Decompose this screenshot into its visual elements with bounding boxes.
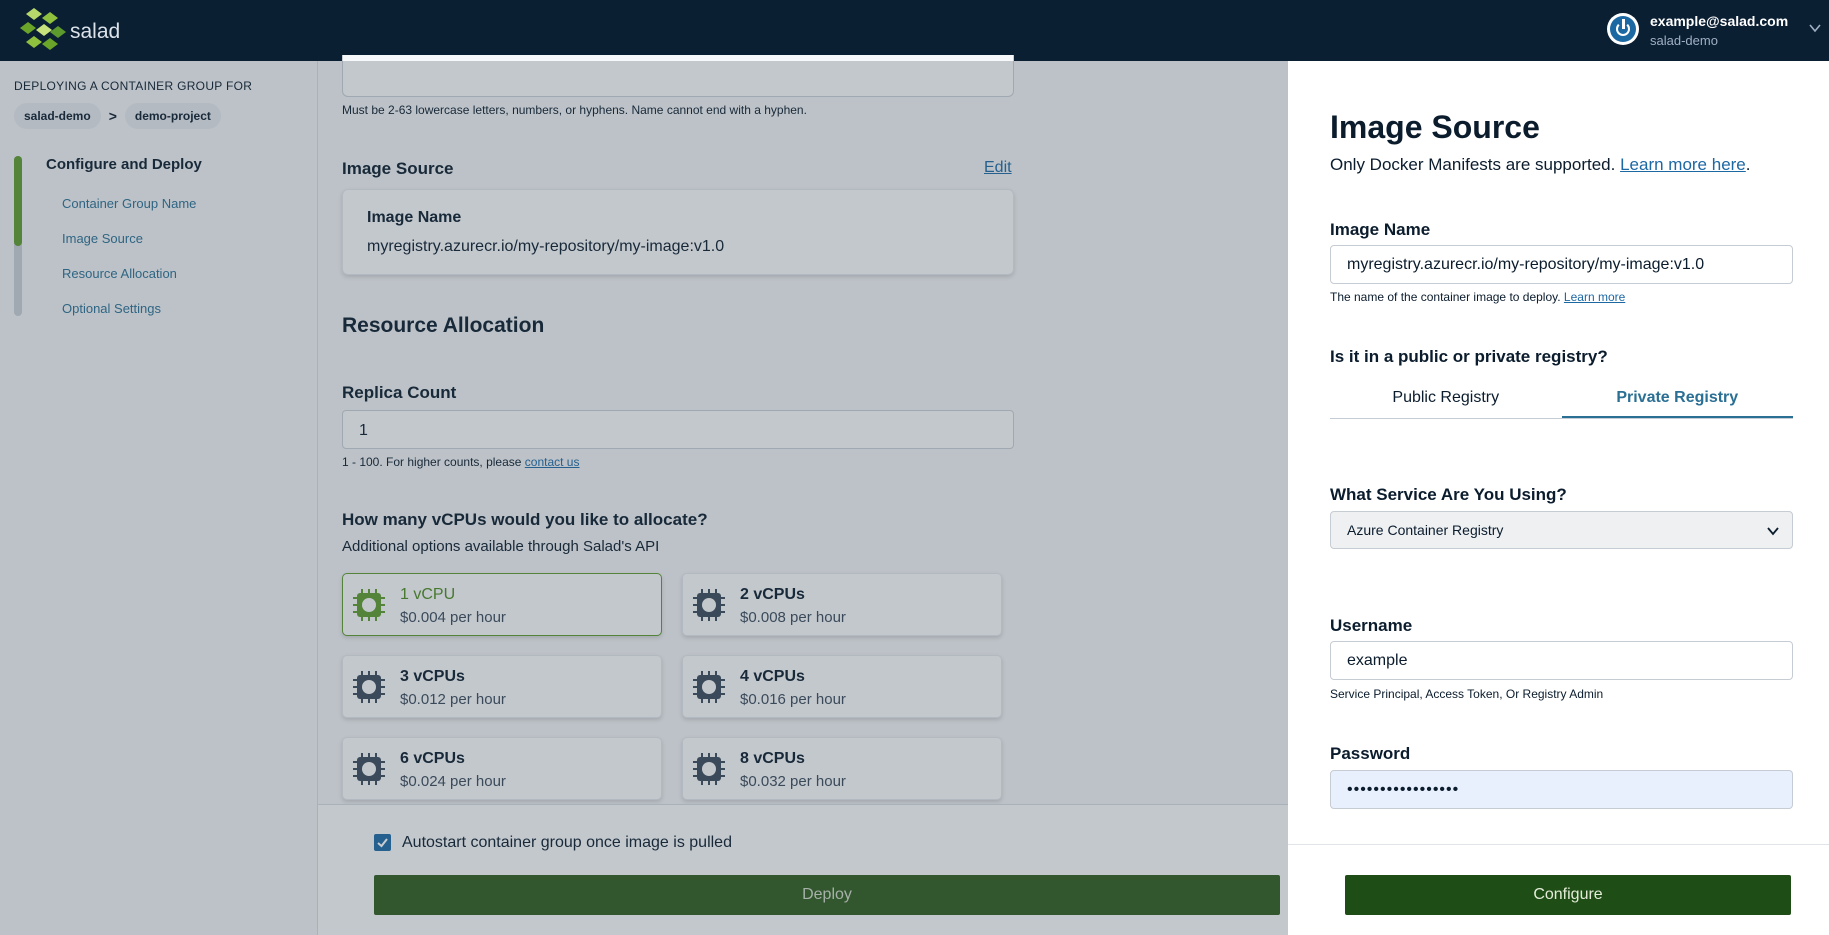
password-label: Password (1330, 744, 1411, 763)
project-chip[interactable]: demo-project (124, 103, 221, 129)
cpu-chip-icon (693, 589, 725, 621)
user-email: example@salad.com (1650, 13, 1789, 29)
cpu-chip-icon (353, 589, 385, 621)
cpu-option-price: $0.012 per hour (400, 691, 506, 708)
cpu-option-price: $0.004 per hour (400, 609, 506, 626)
chevron-down-icon[interactable] (1809, 22, 1821, 34)
service-question: What Service Are You Using? (1330, 485, 1567, 504)
cpu-option-name: 1 vCPU (400, 586, 456, 603)
cpu-option-4[interactable]: 4 vCPUs $0.016 per hour (682, 655, 1002, 718)
cpu-option-price: $0.032 per hour (740, 773, 846, 790)
autostart-checkbox[interactable] (374, 834, 391, 851)
edit-image-source-link[interactable]: Edit (984, 159, 1012, 177)
resource-allocation-heading: Resource Allocation (342, 314, 545, 337)
sidebar-item-image-source[interactable]: Image Source (62, 231, 143, 246)
deploy-footer: Autostart container group once image is … (318, 804, 1288, 935)
cpu-option-3[interactable]: 3 vCPUs $0.012 per hour (342, 655, 662, 718)
deploy-button[interactable]: Deploy (374, 875, 1280, 915)
step-progress-track (14, 156, 22, 316)
image-name-input[interactable]: myregistry.azurecr.io/my-repository/my-i… (1330, 245, 1793, 284)
cpu-option-name: 6 vCPUs (400, 750, 465, 767)
panel-footer: Configure (1288, 844, 1829, 935)
cpu-option-price: $0.024 per hour (400, 773, 506, 790)
checkmark-icon (377, 838, 388, 848)
salad-logo-icon[interactable] (20, 6, 66, 52)
service-select-value: Azure Container Registry (1347, 522, 1504, 538)
sidebar-item-resource-allocation[interactable]: Resource Allocation (62, 266, 177, 281)
image-source-heading: Image Source (342, 159, 454, 178)
cpu-option-price: $0.016 per hour (740, 691, 846, 708)
panel-title: Image Source (1330, 109, 1540, 145)
service-select[interactable]: Azure Container Registry (1330, 511, 1793, 549)
replica-hint: 1 - 100. For higher counts, please conta… (342, 455, 579, 469)
cpu-option-price: $0.008 per hour (740, 609, 846, 626)
image-summary-card: Image Name myregistry.azurecr.io/my-repo… (342, 189, 1014, 275)
learn-more-link[interactable]: Learn more (1564, 290, 1625, 304)
image-name-label: Image Name (367, 209, 462, 226)
user-org: salad-demo (1650, 33, 1718, 48)
tab-private-registry[interactable]: Private Registry (1561, 381, 1793, 418)
cpu-option-name: 8 vCPUs (740, 750, 805, 767)
contact-us-link[interactable]: contact us (525, 455, 580, 469)
org-chip[interactable]: salad-demo (14, 103, 101, 129)
cpu-chip-icon (693, 671, 725, 703)
image-source-panel: Image Source Only Docker Manifests are s… (1288, 61, 1829, 935)
cpu-option-6[interactable]: 6 vCPUs $0.024 per hour (342, 737, 662, 800)
cpu-option-name: 4 vCPUs (740, 668, 805, 685)
cpu-option-1[interactable]: 1 vCPU $0.004 per hour (342, 573, 662, 636)
image-name-hint: The name of the container image to deplo… (1330, 290, 1625, 304)
breadcrumb-separator: > (108, 108, 117, 124)
sidebar-item-container-group-name[interactable]: Container Group Name (62, 196, 196, 211)
image-name-label: Image Name (1330, 220, 1431, 239)
configure-button[interactable]: Configure (1345, 875, 1791, 915)
image-name-hint-text: The name of the container image to deplo… (1330, 290, 1564, 304)
image-name-value: myregistry.azurecr.io/my-repository/my-i… (367, 238, 725, 255)
cpu-option-name: 2 vCPUs (740, 586, 805, 603)
username-input[interactable]: example (1330, 641, 1793, 680)
panel-subtitle: Only Docker Manifests are supported. Lea… (1330, 155, 1751, 175)
cpu-option-8[interactable]: 8 vCPUs $0.032 per hour (682, 737, 1002, 800)
cpu-question: How many vCPUs would you like to allocat… (342, 510, 708, 529)
registry-question: Is it in a public or private registry? (1330, 347, 1608, 366)
username-hint: Service Principal, Access Token, Or Regi… (1330, 687, 1604, 701)
cpu-option-name: 3 vCPUs (400, 668, 465, 685)
breadcrumb: salad-demo > demo-project (14, 103, 221, 129)
autostart-label: Autostart container group once image is … (402, 834, 732, 851)
cpu-chip-icon (693, 753, 725, 785)
panel-subtitle-text: Only Docker Manifests are supported. (1330, 155, 1621, 174)
deploying-for-label: DEPLOYING A CONTAINER GROUP FOR (14, 79, 253, 93)
panel-subtitle-period: . (1745, 155, 1751, 174)
password-input[interactable]: ••••••••••••••••• (1330, 770, 1793, 809)
replica-hint-text: 1 - 100. For higher counts, please (342, 455, 525, 469)
cpu-option-2[interactable]: 2 vCPUs $0.008 per hour (682, 573, 1002, 636)
cpu-chip-icon (353, 753, 385, 785)
container-group-name-input[interactable] (342, 55, 1014, 97)
replica-count-label: Replica Count (342, 383, 457, 402)
power-icon (1607, 13, 1639, 45)
cpu-subtitle: Additional options available through Sal… (342, 538, 660, 555)
brand-name: salad (70, 20, 121, 43)
top-bar: salad example@salad.com salad-demo (0, 0, 1829, 61)
registry-tabs: Public Registry Private Registry (1330, 381, 1793, 419)
replica-count-input[interactable]: 1 (342, 410, 1014, 449)
sidebar-item-optional-settings[interactable]: Optional Settings (62, 301, 161, 316)
step-progress-fill (14, 156, 22, 246)
sidebar-section-title: Configure and Deploy (46, 156, 202, 173)
sidebar: DEPLOYING A CONTAINER GROUP FOR salad-de… (0, 61, 318, 935)
name-hint: Must be 2-63 lowercase letters, numbers,… (342, 103, 807, 117)
chevron-down-icon (1767, 527, 1779, 536)
main-form: Must be 2-63 lowercase letters, numbers,… (318, 55, 1288, 935)
learn-more-here-link[interactable]: Learn more here (1620, 155, 1746, 174)
tab-public-registry[interactable]: Public Registry (1330, 381, 1562, 418)
cpu-chip-icon (353, 671, 385, 703)
username-label: Username (1330, 616, 1413, 635)
user-menu[interactable]: example@salad.com salad-demo (1589, 0, 1829, 61)
